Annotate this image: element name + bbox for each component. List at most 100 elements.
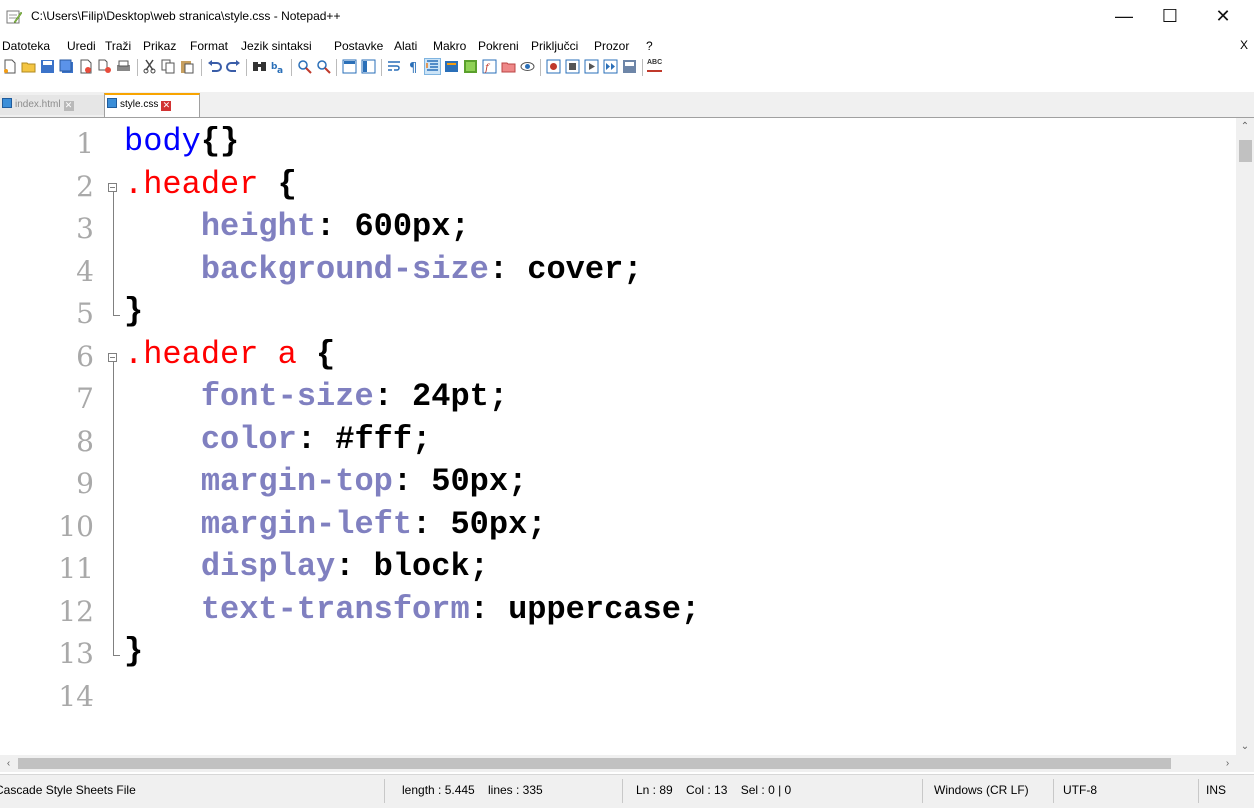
document-map-icon[interactable] [463,59,478,74]
code-token: {} [200,123,240,160]
code-line[interactable]: margin-left: 50px; [124,505,547,545]
save-macro-icon[interactable] [622,59,637,74]
copy-icon[interactable] [161,59,176,74]
menu-prozor[interactable]: Prozor [594,39,629,53]
menu-makro[interactable]: Makro [433,39,466,53]
paste-icon[interactable] [180,59,195,74]
sync-horizontal-icon[interactable] [361,59,376,74]
undo-icon[interactable] [207,59,222,74]
playback-icon[interactable] [584,59,599,74]
monitoring-icon[interactable] [520,59,535,74]
cut-icon[interactable] [142,59,157,74]
menu-prikljucci[interactable]: Priključci [531,39,578,53]
code-line[interactable]: text-transform: uppercase; [124,590,700,630]
tab-close-icon[interactable]: ✕ [63,101,74,111]
print-icon[interactable] [116,59,131,74]
tab-close-icon[interactable]: ✕ [161,101,172,111]
horizontal-scroll-thumb[interactable] [18,758,1171,769]
code-line[interactable]: .header { [124,165,297,205]
line-number: 14 [58,679,94,713]
show-all-characters-icon[interactable]: ¶ [406,59,421,74]
tab-style-css[interactable]: style.css ✕ [104,93,200,117]
menu-pokreni[interactable]: Pokreni [478,39,519,53]
status-divider [622,779,623,803]
sync-vertical-icon[interactable] [342,59,357,74]
code-token: font-size [124,378,374,415]
spell-check-icon[interactable]: ABC [647,59,662,72]
code-line[interactable]: body{} [124,122,239,162]
code-token: } [124,293,144,330]
code-token: : 24pt; [373,378,509,415]
code-line[interactable]: } [124,632,143,672]
open-file-icon[interactable] [21,59,36,74]
close-icon[interactable] [78,59,93,74]
redo-icon[interactable] [226,59,241,74]
function-list-icon[interactable]: f [482,59,497,74]
code-token: color [124,420,297,458]
run-macro-multiple-icon[interactable] [603,59,618,74]
code-token: body [124,123,201,160]
menu-trazi[interactable]: Traži [105,39,131,53]
menu-prikaz[interactable]: Prikaz [143,39,176,53]
code-line[interactable]: background-size: cover; [124,250,643,290]
code-token: { [277,165,297,203]
menu-postavke[interactable]: Postavke [334,39,383,53]
find-icon[interactable] [252,59,267,74]
replace-icon[interactable]: ba [271,59,286,74]
code-token: text-transform [124,590,470,628]
menu-help[interactable]: ? [646,39,653,53]
stop-recording-icon[interactable] [565,59,580,74]
code-line[interactable]: .header a { [124,335,335,375]
menu-datoteka[interactable]: Datoteka [2,39,50,53]
code-line[interactable]: font-size: 24pt; [124,377,508,417]
scroll-right-icon[interactable]: › [1219,755,1236,772]
fold-margin[interactable] [104,118,124,755]
zoom-in-icon[interactable] [297,59,312,74]
folder-as-workspace-icon[interactable] [501,59,516,74]
status-divider [384,779,385,803]
code-line[interactable]: height: 600px; [124,207,470,247]
scroll-down-icon[interactable]: ⌄ [1236,738,1254,755]
fold-toggle-icon[interactable] [108,352,117,362]
tab-index-html[interactable]: index.html ✕ [0,95,105,115]
code-editor[interactable]: 1 2 3 4 5 6 7 8 9 10 11 12 13 14 body{} .header { heig… [0,118,1236,755]
toolbar-separator [381,59,382,76]
word-wrap-icon[interactable] [387,59,402,74]
scroll-left-icon[interactable]: ‹ [0,755,17,772]
vertical-scrollbar[interactable]: ⌃ ⌄ [1236,118,1254,755]
toolbar-separator [137,59,138,76]
menu-uredi[interactable]: Uredi [67,39,96,53]
toolbar-separator [246,59,247,76]
close-all-icon[interactable] [97,59,112,74]
maximize-button[interactable]: ☐ [1147,0,1193,34]
status-lines: lines : 335 [488,783,543,797]
record-macro-icon[interactable] [546,59,561,74]
line-number: 1 [76,127,94,160]
vertical-scroll-thumb[interactable] [1239,140,1252,162]
fold-toggle-icon[interactable] [108,182,117,192]
code-line[interactable]: display: block; [124,547,489,587]
save-icon[interactable] [40,59,55,74]
line-number: 11 [58,552,94,585]
scroll-up-icon[interactable]: ⌃ [1236,118,1254,135]
menu-format[interactable]: Format [190,39,228,53]
code-line[interactable]: margin-top: 50px; [124,462,527,502]
code-token: : cover; [488,250,643,288]
line-number: 10 [58,509,94,543]
code-line[interactable]: color: #fff; [124,420,431,460]
close-document-button[interactable]: X [1240,38,1248,52]
zoom-out-icon[interactable] [316,59,331,74]
menu-alati[interactable]: Alati [394,39,417,53]
code-line[interactable]: } [124,292,143,332]
user-defined-language-icon[interactable] [444,59,459,74]
horizontal-scrollbar[interactable]: ‹ › [0,755,1236,772]
close-window-button[interactable]: ✕ [1200,0,1246,34]
toolbar-separator [336,59,337,76]
fold-guide-line [113,361,114,655]
save-all-icon[interactable] [59,59,74,74]
indent-guide-icon[interactable] [424,58,441,75]
minimize-button[interactable]: — [1101,0,1147,34]
menu-jezik-sintaksi[interactable]: Jezik sintaksi [241,39,312,53]
fold-guide-line [113,191,114,315]
new-file-icon[interactable] [2,59,17,74]
